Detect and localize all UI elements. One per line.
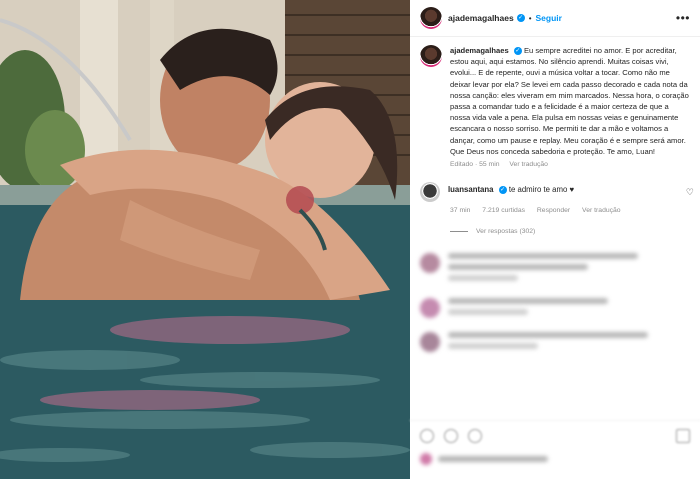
blurred-comment [410,320,700,354]
like-comment-heart-icon[interactable]: ♡ [686,187,694,198]
share-icon[interactable] [468,429,482,443]
caption-text-block: ajademagalhaes ✓ Eu sempre acreditei no … [450,45,690,157]
blurred-lines [448,332,648,354]
commenter-avatar[interactable] [420,182,440,203]
verified-badge-icon: ✓ [513,47,522,55]
post-actions-bar [410,420,700,451]
comment-text: te admiro te amo ♥ [508,185,575,195]
follow-button[interactable]: Seguir [536,13,562,23]
more-dots-icon[interactable]: ••• [676,11,690,25]
liked-by-text-blurred [438,456,548,462]
blurred-lines [448,298,608,320]
comment-translation-link[interactable]: Ver tradução [582,207,621,214]
comment-reply-button[interactable]: Responder [537,207,570,214]
blurred-comment [410,241,700,286]
caption-avatar[interactable] [420,45,442,67]
author-username[interactable]: ajademagalhaes [448,13,514,23]
commenter-username[interactable]: luansantana [448,185,494,194]
liker-avatar [420,453,432,465]
post-photo[interactable] [0,0,410,479]
blurred-avatar [420,332,440,353]
comments-panel: ajademagalhaes ✓ • Seguir ••• ajademagal… [410,0,700,479]
blurred-lines [448,253,638,286]
caption-edited: Editado · 55 min [450,161,500,169]
comment-icon[interactable] [444,429,458,443]
photo-image [0,0,410,479]
comment-text-block: luansantana ✓ te admiro te amo ♥ [448,182,574,194]
comment-row: luansantana ✓ te admiro te amo ♥ ♡ [410,168,700,203]
view-replies[interactable]: Ver respostas (302) [450,228,700,235]
verified-badge-icon: ✓ [498,185,507,194]
like-icon[interactable] [420,429,434,443]
replies-divider [450,231,468,233]
blurred-comment [410,286,700,320]
view-replies-label[interactable]: Ver respostas (302) [476,228,535,235]
caption-username[interactable]: ajademagalhaes [450,46,509,55]
comment-time: 37 min [450,207,471,215]
caption-translation-link[interactable]: Ver tradução [509,161,548,168]
post-header: ajademagalhaes ✓ • Seguir ••• [410,0,700,37]
comment-meta: 37 min 7.219 curtidas Responder Ver trad… [450,207,700,214]
blurred-avatar [420,253,440,274]
verified-badge-icon: ✓ [516,14,525,22]
bookmark-icon[interactable] [676,429,690,443]
caption-meta: Editado · 55 min Ver tradução [450,161,700,168]
author-avatar[interactable] [420,7,442,29]
liked-by-line [420,453,548,465]
comment-likes[interactable]: 7.219 curtidas [482,207,525,214]
caption-text: Eu sempre acreditei no amor. E por acred… [450,46,689,156]
post-caption: ajademagalhaes ✓ Eu sempre acreditei no … [410,37,700,157]
blurred-avatar [420,298,440,319]
separator: • [528,13,532,23]
